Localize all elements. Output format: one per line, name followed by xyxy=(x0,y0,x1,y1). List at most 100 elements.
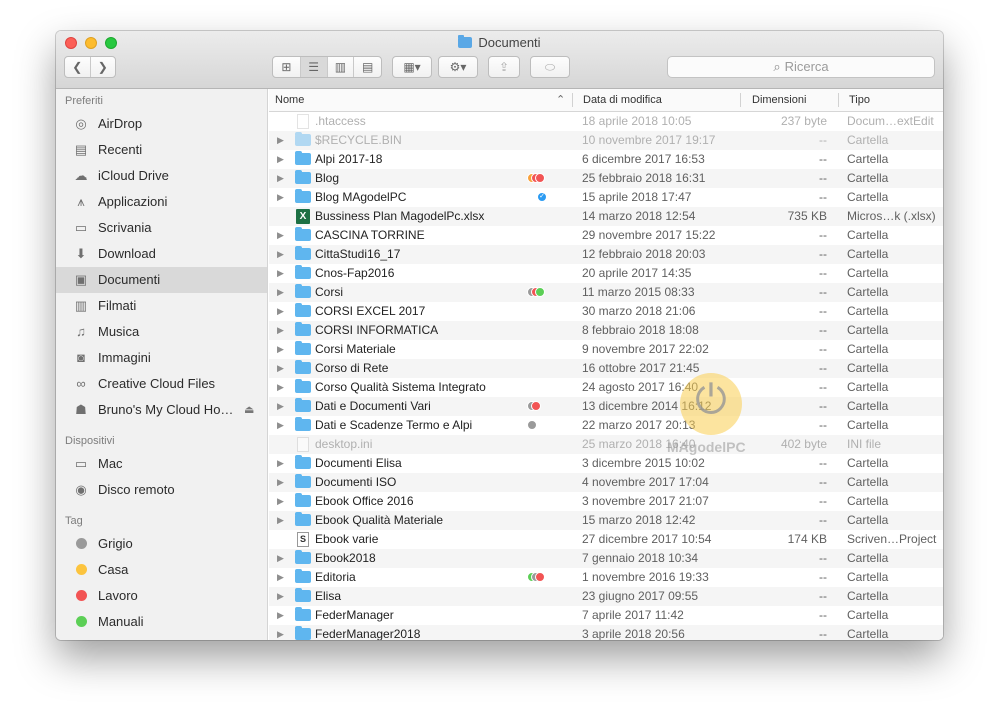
table-row[interactable]: ▶ FederManager2018 3 aprile 2018 20:56 -- Ca… xyxy=(269,625,943,640)
table-row[interactable]: ▶ Ebook Qualità Materiale 15 marzo 2018 12… xyxy=(269,511,943,530)
table-row[interactable]: ▶ Documenti ISO 4 novembre 2017 17:04 -- Car… xyxy=(269,473,943,492)
disclosure-triangle-icon[interactable]: ▶ xyxy=(277,264,284,283)
disclosure-triangle-icon[interactable]: ▶ xyxy=(277,625,284,640)
table-row[interactable]: ▶ Ebook2018 7 gennaio 2018 10:34 -- Cartella xyxy=(269,549,943,568)
disclosure-triangle-icon[interactable]: ▶ xyxy=(277,416,284,435)
sidebar-item-recents[interactable]: ▤ Recenti xyxy=(56,137,267,163)
disclosure-triangle-icon[interactable]: ▶ xyxy=(277,340,284,359)
sidebar-item-remote-disc[interactable]: ◉ Disco remoto xyxy=(56,477,267,503)
disclosure-triangle-icon[interactable]: ▶ xyxy=(277,606,284,625)
disclosure-triangle-icon[interactable]: ▶ xyxy=(277,188,284,207)
file-kind: Cartella xyxy=(847,285,889,299)
sidebar-item-desktop[interactable]: ▭ Scrivania xyxy=(56,215,267,241)
table-row[interactable]: ▶ Cnos-Fap2016 20 aprile 2017 14:35 -- Carte… xyxy=(269,264,943,283)
sidebar-tag-grigio[interactable]: Grigio xyxy=(56,531,267,557)
sidebar-item-airdrop[interactable]: ◎ AirDrop xyxy=(56,111,267,137)
disclosure-triangle-icon[interactable]: ▶ xyxy=(277,245,284,264)
table-row[interactable]: ▶ FederManager 7 aprile 2017 11:42 -- Cartel… xyxy=(269,606,943,625)
file-kind: Cartella xyxy=(847,627,889,640)
file-size: -- xyxy=(819,247,827,261)
group-by-button[interactable]: ▦▾ xyxy=(392,56,432,78)
sidebar-item-my-cloud[interactable]: ☗ Bruno's My Cloud Ho… ⏏ xyxy=(56,397,267,423)
action-button[interactable]: ⚙▾ xyxy=(438,56,478,78)
column-view-button[interactable]: ▥ xyxy=(328,57,355,77)
table-row[interactable]: ▶ CORSI INFORMATICA 8 febbraio 2018 18:08 -… xyxy=(269,321,943,340)
table-row[interactable]: ▶ CASCINA TORRINE 29 novembre 2017 15:22 --… xyxy=(269,226,943,245)
file-date: 25 marzo 2018 16:40 xyxy=(582,437,696,451)
disclosure-triangle-icon[interactable]: ▶ xyxy=(277,321,284,340)
sidebar-item-mac[interactable]: ▭ Mac xyxy=(56,451,267,477)
column-divider[interactable] xyxy=(572,93,573,107)
disclosure-triangle-icon[interactable]: ▶ xyxy=(277,397,284,416)
file-kind: Docum…extEdit xyxy=(847,114,934,128)
sidebar-item-pictures[interactable]: ◙ Immagini xyxy=(56,345,267,371)
table-row[interactable]: ▶ Blog 25 febbraio 2018 16:31 -- Cartella xyxy=(269,169,943,188)
column-divider[interactable] xyxy=(740,93,741,107)
disclosure-triangle-icon[interactable]: ▶ xyxy=(277,169,284,188)
list-view-button[interactable]: ☰ xyxy=(300,57,328,77)
disclosure-triangle-icon[interactable]: ▶ xyxy=(277,131,284,150)
table-row[interactable]: ▶ Dati e Scadenze Termo e Alpi 22 marzo 20… xyxy=(269,416,943,435)
eject-icon[interactable]: ⏏ xyxy=(244,397,254,423)
table-row[interactable]: ▶ Corso Qualità Sistema Integrato 24 agost… xyxy=(269,378,943,397)
sidebar-item-creative-cloud[interactable]: ∞ Creative Cloud Files xyxy=(56,371,267,397)
icon-view-button[interactable]: ⊞ xyxy=(273,57,301,77)
disclosure-triangle-icon[interactable]: ▶ xyxy=(277,549,284,568)
disclosure-triangle-icon[interactable]: ▶ xyxy=(277,492,284,511)
back-button[interactable]: ❮ xyxy=(65,57,91,77)
disclosure-triangle-icon[interactable]: ▶ xyxy=(277,226,284,245)
sidebar-tag-casa[interactable]: Casa xyxy=(56,557,267,583)
sidebar-item-documents[interactable]: ▣ Documenti xyxy=(56,267,267,293)
column-date[interactable]: Data di modifica xyxy=(583,89,662,111)
disclosure-triangle-icon[interactable]: ▶ xyxy=(277,587,284,606)
table-row[interactable]: ▶ CittaStudi16_17 12 febbraio 2018 20:03 --… xyxy=(269,245,943,264)
folder-icon xyxy=(458,35,473,48)
table-row[interactable]: ▶ Documenti Elisa 3 dicembre 2015 10:02 -- C… xyxy=(269,454,943,473)
table-row[interactable]: ▶ CORSI EXCEL 2017 30 marzo 2018 21:06 -- Ca… xyxy=(269,302,943,321)
table-row[interactable]: ▶ Corsi Materiale 9 novembre 2017 22:02 -- C… xyxy=(269,340,943,359)
folder-icon xyxy=(295,474,311,488)
table-row[interactable]: desktop.ini 25 marzo 2018 16:40 402 byte IN… xyxy=(269,435,943,454)
sidebar-tag-lavoro[interactable]: Lavoro xyxy=(56,583,267,609)
sidebar-item-applications[interactable]: ⩚ Applicazioni xyxy=(56,189,267,215)
forward-button[interactable]: ❯ xyxy=(91,57,116,77)
table-row[interactable]: S Ebook varie 27 dicembre 2017 10:54 174 KB… xyxy=(269,530,943,549)
disclosure-triangle-icon[interactable]: ▶ xyxy=(277,454,284,473)
table-row[interactable]: ▶ Ebook Office 2016 3 novembre 2017 21:07 -… xyxy=(269,492,943,511)
table-row[interactable]: ▶ Corsi 11 marzo 2015 08:33 -- Cartella xyxy=(269,283,943,302)
table-row[interactable]: ▶ Corso di Rete 16 ottobre 2017 21:45 -- Car… xyxy=(269,359,943,378)
cover-flow-button[interactable]: ▤ xyxy=(354,57,381,77)
table-row[interactable]: ▶ Elisa 23 giugno 2017 09:55 -- Cartella xyxy=(269,587,943,606)
sidebar-tag-manuali[interactable]: Manuali xyxy=(56,609,267,635)
share-button[interactable]: ⇪ xyxy=(488,56,520,78)
disclosure-triangle-icon[interactable]: ▶ xyxy=(277,568,284,587)
column-divider[interactable] xyxy=(838,93,839,107)
disclosure-triangle-icon[interactable]: ▶ xyxy=(277,150,284,169)
table-row[interactable]: ▶ Alpi 2017-18 6 dicembre 2017 16:53 -- Cart… xyxy=(269,150,943,169)
sidebar-item-download[interactable]: ⬇ Download xyxy=(56,241,267,267)
column-name[interactable]: Nome xyxy=(275,89,304,111)
disclosure-triangle-icon[interactable]: ▶ xyxy=(277,473,284,492)
table-row[interactable]: ▶ Editoria 1 novembre 2016 19:33 -- Cartella xyxy=(269,568,943,587)
disclosure-triangle-icon[interactable]: ▶ xyxy=(277,359,284,378)
disclosure-triangle-icon[interactable]: ▶ xyxy=(277,283,284,302)
edit-tags-button[interactable]: ⬭ xyxy=(530,56,570,78)
folder-icon xyxy=(295,227,311,241)
column-size[interactable]: Dimensioni xyxy=(752,89,806,111)
table-row[interactable]: ▶ Blog MAgodelPC 15 aprile 2018 17:47 -- Car… xyxy=(269,188,943,207)
table-row[interactable]: ▶ $RECYCLE.BIN 10 novembre 2017 19:17 -- Car… xyxy=(269,131,943,150)
disclosure-triangle-icon[interactable]: ▶ xyxy=(277,511,284,530)
disclosure-triangle-icon[interactable]: ▶ xyxy=(277,302,284,321)
sidebar-item-music[interactable]: ♫ Musica xyxy=(56,319,267,345)
search-field[interactable]: ⌕ Ricerca xyxy=(667,56,935,78)
file-kind: Cartella xyxy=(847,304,889,318)
table-row[interactable]: .htaccess 18 aprile 2018 10:05 237 byte Doc… xyxy=(269,112,943,131)
disclosure-triangle-icon[interactable]: ▶ xyxy=(277,378,284,397)
table-row[interactable]: X Bussiness Plan MagodelPc.xlsx 14 marzo 2… xyxy=(269,207,943,226)
folder-icon xyxy=(295,303,311,317)
table-row[interactable]: ▶ Dati e Documenti Vari 13 dicembre 2014 1… xyxy=(269,397,943,416)
column-kind[interactable]: Tipo xyxy=(849,89,870,111)
sidebar-item-movies[interactable]: ▥ Filmati xyxy=(56,293,267,319)
file-name: .htaccess xyxy=(315,114,366,128)
sidebar-item-icloud-drive[interactable]: ☁ iCloud Drive xyxy=(56,163,267,189)
